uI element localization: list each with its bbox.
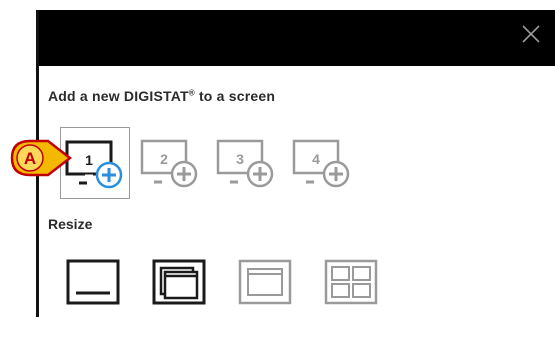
add-digistat-dialog: Add a new DIGISTAT® to a screen 1 2 3 4 … bbox=[36, 10, 555, 317]
screen-number: 4 bbox=[312, 151, 320, 167]
add-to-screen-heading: Add a new DIGISTAT® to a screen bbox=[48, 88, 275, 104]
maximize-icon bbox=[238, 259, 292, 305]
screen-number: 3 bbox=[236, 151, 244, 167]
resize-label: Resize bbox=[48, 216, 93, 232]
close-icon bbox=[522, 25, 540, 43]
screen-3-button[interactable]: 3 bbox=[212, 127, 282, 199]
heading-text: Add a new DIGISTAT bbox=[48, 88, 189, 104]
title-bar bbox=[36, 10, 555, 66]
restore-button[interactable] bbox=[150, 255, 208, 311]
maximize-button[interactable] bbox=[236, 255, 294, 311]
screen-number: 2 bbox=[160, 151, 168, 167]
tile-button[interactable] bbox=[322, 255, 380, 311]
minimize-button[interactable] bbox=[64, 255, 122, 311]
tile-grid-icon bbox=[324, 259, 378, 305]
callout-arrow-icon: A bbox=[10, 139, 73, 177]
screen-2-button[interactable]: 2 bbox=[136, 127, 206, 199]
callout-letter: A bbox=[24, 149, 36, 168]
monitor-add-icon: 3 bbox=[216, 139, 274, 188]
screen-4-button[interactable]: 4 bbox=[288, 127, 358, 199]
restore-icon bbox=[152, 259, 206, 305]
screen-number: 1 bbox=[85, 152, 93, 168]
heading-suffix: to a screen bbox=[194, 88, 276, 104]
monitor-add-icon: 2 bbox=[140, 139, 198, 188]
minimize-icon bbox=[66, 259, 120, 305]
callout-marker-a: A bbox=[8, 137, 74, 181]
close-button[interactable] bbox=[513, 16, 549, 52]
monitor-add-icon: 4 bbox=[292, 139, 350, 188]
